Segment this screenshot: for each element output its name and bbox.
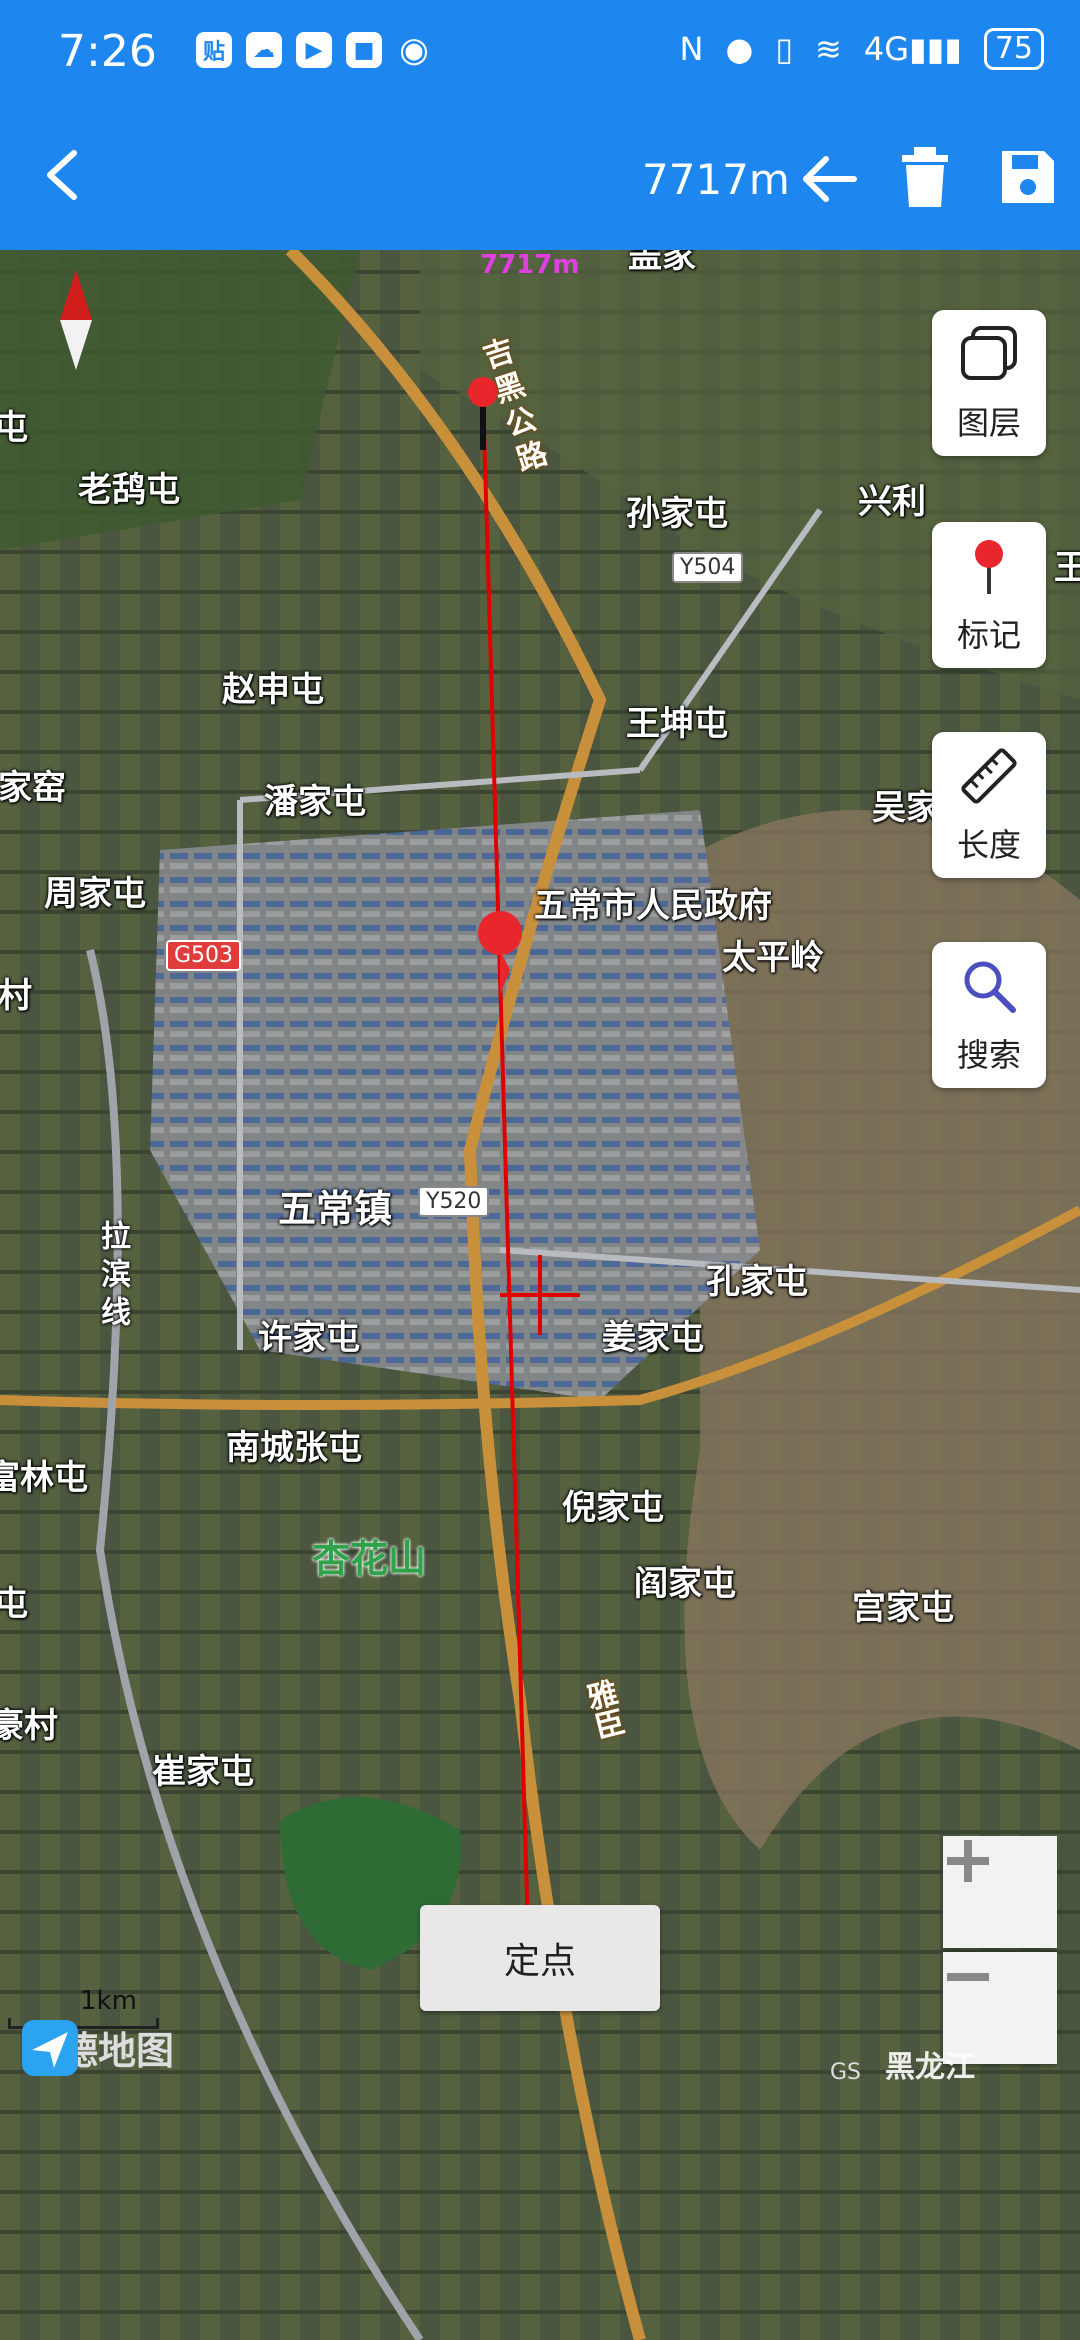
measure-distance-label: 7717m (480, 250, 580, 280)
place-label: 村 (0, 976, 32, 1016)
signal-icon: 4G▮▮▮ (863, 30, 962, 68)
length-button-label: 长度 (956, 826, 1021, 864)
notification-app-icon: 贴 (196, 32, 232, 68)
watermark-text: 黑龙江 (885, 2050, 975, 2085)
plus-icon (947, 1840, 989, 1882)
place-label: 王坤屯 (626, 704, 728, 744)
place-label: 潘家屯 (264, 782, 366, 822)
place-label: 兴利 (858, 482, 926, 522)
length-button[interactable]: 长度 (932, 732, 1046, 878)
road-shield: Y520 (418, 1186, 490, 1217)
eye-icon: ◉ (399, 30, 429, 70)
place-label: 五常镇 (278, 1187, 393, 1231)
layers-icon (961, 326, 1017, 380)
notification-weather-icon: ☁ (246, 32, 282, 68)
road-shield: G503 (166, 940, 242, 971)
nfc-icon: N (679, 30, 704, 68)
status-bar: 7:26 贴 ☁ ▶ ■ ◉ N ● ▯ ≋ 4G▮▮▮ 75 (0, 0, 1080, 105)
back-icon[interactable] (36, 145, 96, 205)
top-toolbar: 7717m (0, 105, 1080, 250)
layers-button-label: 图层 (956, 404, 1021, 442)
place-label: 老鸹屯 (78, 470, 180, 510)
place-label: 富林屯 (0, 1458, 88, 1498)
scale-label: 1km (80, 1986, 137, 2016)
place-label: 豪村 (0, 1706, 58, 1746)
place-label: 屯 (0, 408, 28, 448)
save-icon[interactable] (998, 147, 1058, 207)
place-label: 周家屯 (44, 874, 146, 914)
place-label: 倪家屯 (562, 1488, 664, 1528)
network-type: 4G (863, 30, 909, 68)
place-label: 屯 (0, 1584, 28, 1624)
wifi-icon: ≋ (815, 30, 842, 68)
place-label: 南城张屯 (226, 1428, 362, 1468)
map-copyright: GS (830, 2060, 862, 2085)
locate-point-button[interactable]: 定点 (420, 1905, 660, 2011)
layers-button[interactable]: 图层 (932, 310, 1046, 456)
pin-icon (975, 540, 1003, 594)
notification-icons: 贴 ☁ ▶ ■ ◉ (196, 30, 432, 70)
place-label: 吴家 (872, 788, 940, 828)
notification-video-icon: ▶ (296, 32, 332, 68)
undo-arrow-icon[interactable] (798, 153, 858, 205)
place-label: 王 (1054, 548, 1080, 588)
status-time: 7:26 (58, 26, 157, 77)
rail-label: 拉滨线 (95, 1220, 130, 1334)
distance-readout: 7717m (642, 155, 790, 204)
place-label: 宫家屯 (852, 1588, 954, 1628)
place-label: 姜家屯 (602, 1318, 704, 1358)
place-label: 孙家屯 (626, 494, 728, 534)
zoom-in-button[interactable] (943, 1836, 1057, 1948)
amap-logo-icon (22, 2020, 78, 2076)
battery-icon: 75 (983, 28, 1044, 70)
ruler-icon (961, 748, 1017, 804)
place-label: 盖家 (628, 250, 696, 276)
place-label: 阎家屯 (634, 1564, 736, 1604)
minus-icon (947, 1973, 989, 1981)
mark-button[interactable]: 标记 (932, 522, 1046, 668)
location-icon: ● (725, 30, 754, 68)
vibrate-icon: ▯ (775, 30, 794, 68)
search-icon (964, 961, 1016, 1013)
place-label: 崔家屯 (152, 1752, 254, 1792)
place-label: 赵申屯 (222, 670, 324, 710)
notification-book-icon: ■ (346, 32, 382, 68)
satellite-map[interactable]: 盖家 孙家屯 兴利 老鸹屯 屯 王 赵申屯 王坤屯 家窑 潘家屯 吴家 周家屯 … (0, 250, 1080, 2340)
mark-button-label: 标记 (956, 616, 1021, 654)
road-shield: Y504 (672, 552, 744, 583)
place-label: 家窑 (0, 768, 66, 808)
search-button[interactable]: 搜索 (932, 942, 1046, 1088)
delete-icon[interactable] (900, 145, 950, 209)
place-label: 五常市人民政府 (534, 886, 772, 926)
place-label: 孔家屯 (706, 1262, 808, 1302)
search-button-label: 搜索 (956, 1036, 1021, 1074)
map-provider-logo: 高德地图 (22, 2020, 174, 2076)
status-right: N ● ▯ ≋ 4G▮▮▮ 75 (680, 28, 1044, 70)
place-label: 太平岭 (722, 938, 824, 978)
place-label: 杏花山 (312, 1537, 427, 1581)
place-label: 许家屯 (258, 1318, 360, 1358)
